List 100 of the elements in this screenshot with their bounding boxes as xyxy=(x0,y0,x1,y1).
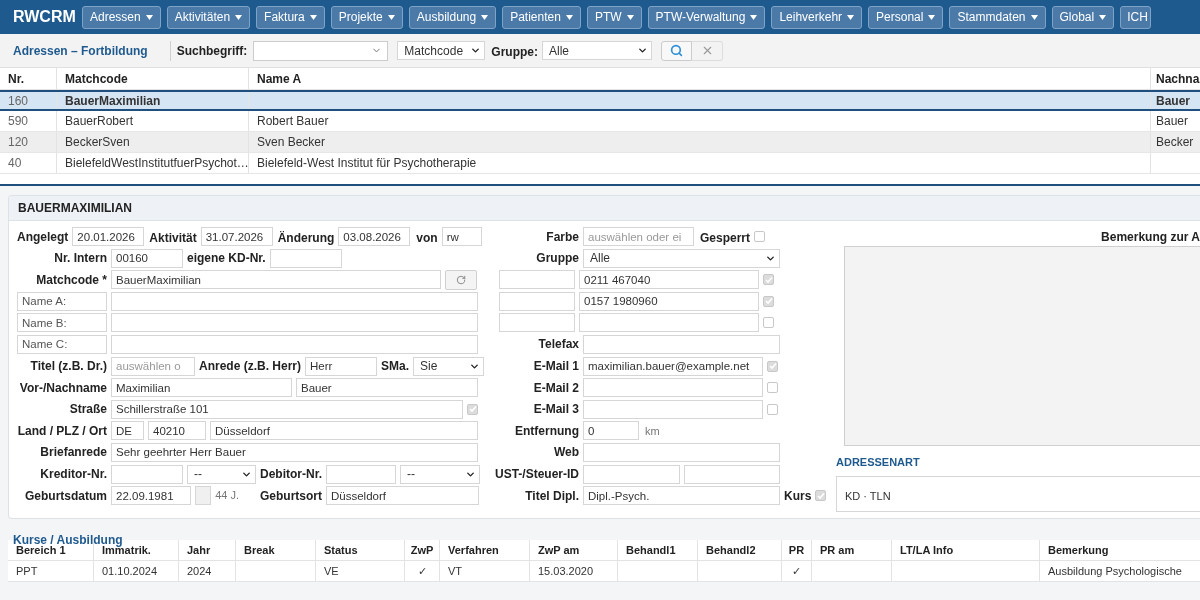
table-cell-text: 590 xyxy=(8,113,29,130)
input-field[interactable]: 31.07.2026 xyxy=(200,227,273,246)
menu-button[interactable]: Global xyxy=(1051,5,1115,29)
input-field[interactable]: 00160 xyxy=(111,248,183,268)
input-field[interactable] xyxy=(111,291,478,311)
column-header[interactable]: Status xyxy=(316,540,405,560)
menu-button[interactable]: Stammdaten xyxy=(949,5,1046,29)
search-button[interactable] xyxy=(661,40,693,61)
checkbox[interactable] xyxy=(763,295,774,307)
table-row[interactable]: PPT 01.10.2024 2024 VE ✓ VT 15.03.2020 ✓ Ausbildung Psychologische xyxy=(8,561,1200,582)
column-header[interactable]: Behandl2 xyxy=(698,540,782,560)
checkbox[interactable] xyxy=(767,382,778,394)
column-header[interactable]: Bemerkung xyxy=(1040,540,1200,560)
menu-button[interactable]: Ausbildung xyxy=(408,5,497,29)
input-field[interactable] xyxy=(269,248,342,268)
menu-button[interactable]: Adressen xyxy=(82,5,161,29)
select-field[interactable]: Sie xyxy=(413,356,485,376)
select-field[interactable]: -- xyxy=(187,464,256,484)
input-field[interactable] xyxy=(111,464,183,484)
column-header[interactable]: Jahr xyxy=(179,540,236,560)
input-field[interactable] xyxy=(326,464,396,484)
input-field[interactable]: 0 xyxy=(583,421,639,441)
input-field[interactable]: BauerMaximilian xyxy=(111,270,441,290)
table-row[interactable]: 590 BauerRobert Robert Bauer Bauer xyxy=(0,111,1200,132)
name-label-field[interactable]: Name C: xyxy=(17,334,107,354)
name-label-field[interactable]: Name A: xyxy=(17,291,107,311)
name-label-field[interactable]: Name B: xyxy=(17,313,107,333)
column-header[interactable]: Nachna xyxy=(1151,68,1200,89)
menu-button[interactable]: PTW-Verwaltung xyxy=(647,5,766,29)
input-field[interactable]: 0157 1980960 xyxy=(579,291,759,311)
input-field[interactable] xyxy=(499,270,575,290)
checkbox[interactable] xyxy=(767,403,778,415)
input-field[interactable]: 03.08.2026 xyxy=(338,227,411,246)
column-header[interactable]: Nr. xyxy=(0,68,57,89)
column-header[interactable]: PR am xyxy=(812,540,892,560)
input-field[interactable]: auswählen o xyxy=(111,356,195,376)
input-field[interactable] xyxy=(583,334,780,354)
select-field[interactable]: -- xyxy=(400,464,480,484)
column-header[interactable]: Matchcode xyxy=(57,68,249,89)
input-field[interactable]: Sehr geehrter Herr Bauer xyxy=(111,442,478,462)
checkbox[interactable] xyxy=(763,274,774,286)
select-field[interactable]: Alle xyxy=(583,248,780,268)
input-field[interactable]: rw xyxy=(441,227,482,246)
checkbox[interactable] xyxy=(467,403,478,415)
brand-logo[interactable]: RWCRM xyxy=(13,5,76,29)
checkbox[interactable] xyxy=(754,231,766,242)
input-field[interactable] xyxy=(499,291,575,311)
input-field[interactable] xyxy=(583,378,763,398)
input-field[interactable]: 22.09.1981 xyxy=(111,486,191,506)
column-header[interactable]: ZwP xyxy=(405,540,440,560)
input-field[interactable] xyxy=(111,313,478,333)
input-field[interactable] xyxy=(583,442,780,462)
column-header[interactable]: ZwP am xyxy=(530,540,618,560)
column-header[interactable]: Verfahren xyxy=(440,540,530,560)
input-field[interactable]: DE xyxy=(111,421,144,441)
column-header[interactable]: Break xyxy=(236,540,316,560)
refresh-button[interactable] xyxy=(445,269,477,290)
select-field[interactable]: Matchcode xyxy=(397,41,486,60)
input-field[interactable]: maximilian.bauer@example.net xyxy=(583,356,763,376)
search-combobox[interactable] xyxy=(253,40,389,61)
checkbox[interactable] xyxy=(763,317,774,329)
table-row[interactable]: 40 BielefeldWestInstitutfuerPsychot… Bielefeld-West Institut für Psychotherapie xyxy=(0,153,1200,174)
input-field[interactable] xyxy=(684,464,780,484)
menu-button[interactable]: Projekte xyxy=(330,5,403,29)
column-header[interactable]: Name A xyxy=(249,68,1151,89)
input-field[interactable] xyxy=(579,313,759,333)
menu-button[interactable]: Patienten xyxy=(502,5,581,29)
menu-button[interactable]: Leihverkehr xyxy=(771,5,863,29)
input-field[interactable]: 20.01.2026 xyxy=(72,227,145,246)
input-field[interactable]: Dipl.-Psych. xyxy=(583,486,780,506)
input-field[interactable]: Schillerstraße 101 xyxy=(111,399,463,419)
menu-button[interactable]: Faktura xyxy=(256,5,325,29)
column-header[interactable]: PR xyxy=(782,540,812,560)
input-field[interactable]: Herr xyxy=(305,356,378,376)
table-row[interactable]: 120 BeckerSven Sven Becker Becker xyxy=(0,132,1200,153)
input-field[interactable]: Düsseldorf xyxy=(210,421,478,441)
input-field[interactable]: Düsseldorf xyxy=(326,486,479,506)
input-field[interactable]: Bauer xyxy=(296,378,478,398)
menu-button[interactable]: Aktivitäten xyxy=(166,5,251,29)
input-field[interactable] xyxy=(499,313,575,333)
input-field[interactable] xyxy=(111,334,478,354)
menu-button[interactable]: Personal xyxy=(868,5,944,29)
column-header[interactable]: LT/LA Info xyxy=(892,540,1040,560)
checkbox[interactable] xyxy=(767,360,778,372)
table-row[interactable]: 160 BauerMaximilian Bauer xyxy=(0,90,1200,111)
column-header[interactable]: Behandl1 xyxy=(618,540,698,560)
unit-text: km xyxy=(645,423,660,439)
input-field[interactable]: Maximilian xyxy=(111,378,292,398)
calendar-button[interactable] xyxy=(195,486,212,506)
remark-textarea[interactable] xyxy=(844,246,1200,446)
input-field[interactable]: 40210 xyxy=(148,421,206,441)
clear-button[interactable] xyxy=(692,40,724,61)
input-field[interactable]: auswählen oder ei xyxy=(583,227,694,246)
menu-button[interactable]: PTW xyxy=(586,5,642,29)
input-field[interactable]: 0211 467040 xyxy=(579,270,759,290)
select-field[interactable]: Alle xyxy=(542,41,653,60)
menu-button[interactable]: ICH xyxy=(1120,5,1151,29)
checkbox[interactable] xyxy=(815,490,827,502)
input-field[interactable] xyxy=(583,464,680,484)
input-field[interactable] xyxy=(583,399,763,419)
